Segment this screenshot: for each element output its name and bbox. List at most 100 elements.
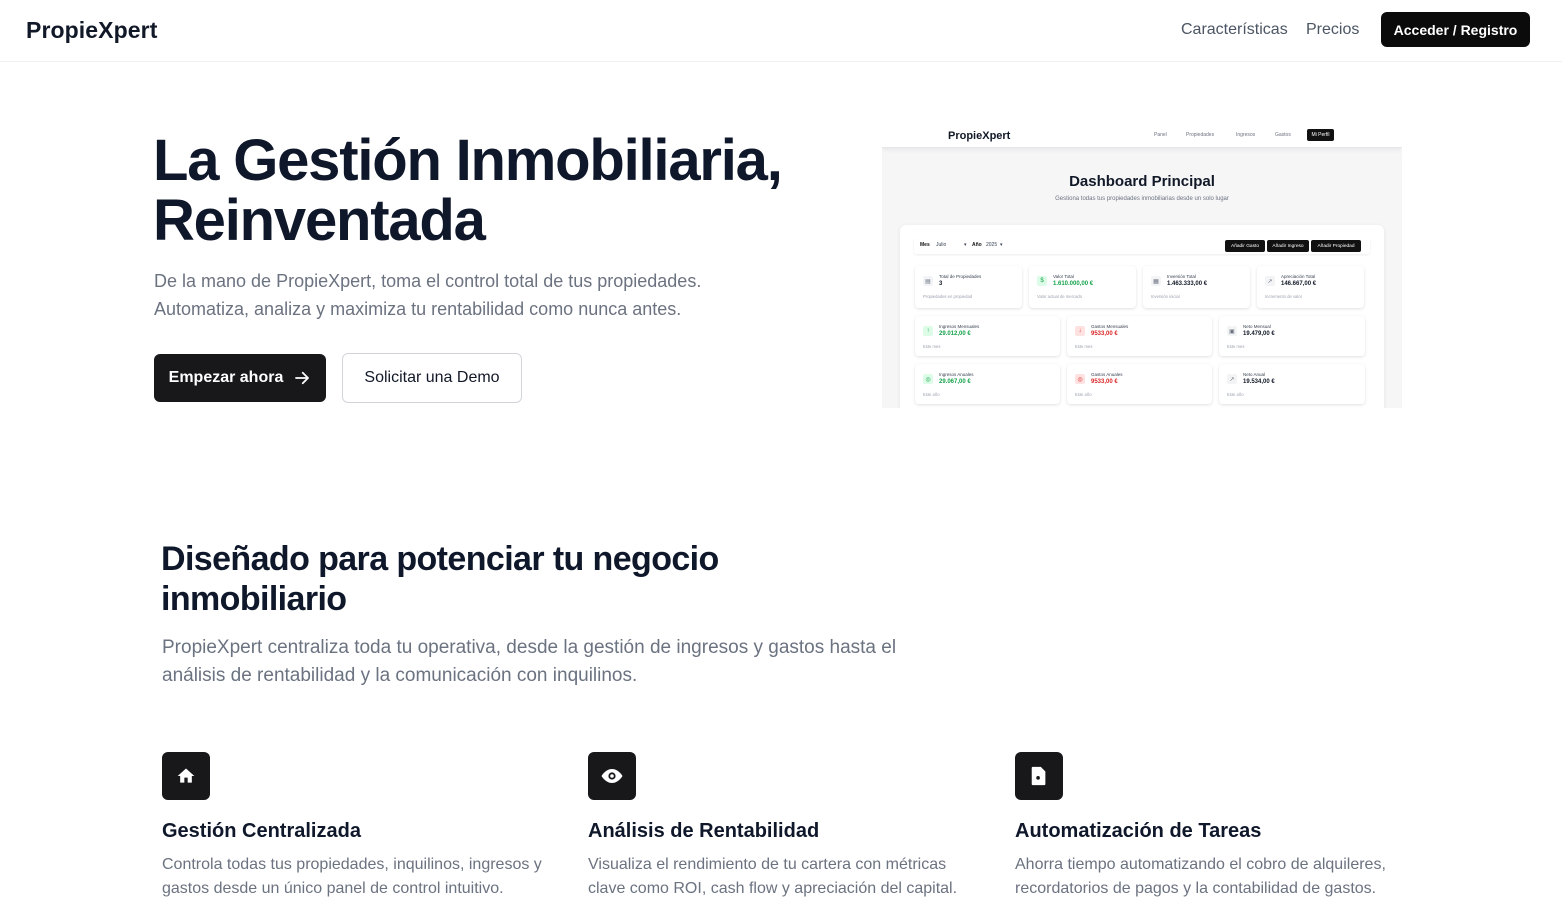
chevron-down-icon: ▾ bbox=[964, 242, 967, 248]
preview-link-gastos: Gastos bbox=[1275, 132, 1291, 138]
preview-link-panel: Panel bbox=[1154, 132, 1167, 138]
features-title: Diseñado para potenciar tu negocio inmob… bbox=[161, 539, 841, 619]
stat-title: Apreciación Total bbox=[1281, 274, 1316, 279]
feature-text-line1: Visualiza el rendimiento de tu cartera c… bbox=[588, 856, 947, 873]
stat-card: ▤ Total de Propiedades 3 Propiedades en … bbox=[915, 266, 1022, 308]
stat-subtitle: Propiedades en propiedad bbox=[923, 294, 973, 299]
stat-value: 19.534,00 € bbox=[1243, 379, 1275, 385]
arrow-right-icon bbox=[293, 369, 311, 387]
stat-title: Ingresos Anuales bbox=[939, 372, 974, 377]
preview-month-label: Mes bbox=[920, 242, 930, 248]
preview-add-property-button: Añadir Propiedad bbox=[1311, 240, 1361, 252]
preview-year-value: 2025 bbox=[986, 242, 998, 248]
hero-subtitle-line2: Automatiza, analiza y maximiza tu rentab… bbox=[154, 299, 682, 319]
feature-text-line2: recordatorios de pagos y la contabilidad… bbox=[1015, 880, 1377, 897]
nav-link-precios[interactable]: Precios bbox=[1306, 21, 1359, 39]
preview-heading: Dashboard Principal bbox=[1069, 173, 1215, 190]
preview-link-propiedades: Propiedades bbox=[1186, 132, 1215, 138]
features-title-line2: inmobiliario bbox=[161, 580, 347, 618]
stat-value: 146.667,00 € bbox=[1281, 281, 1317, 287]
hero-title-line2: Reinventada bbox=[153, 188, 486, 253]
building-icon: ▤ bbox=[923, 276, 933, 286]
preview-add-income-button: Añadir Ingreso bbox=[1267, 240, 1309, 252]
stat-card: ↗ Neto Anual 19.534,00 € Este año bbox=[1219, 364, 1365, 404]
request-demo-button[interactable]: Solicitar una Demo bbox=[342, 353, 522, 403]
start-now-button[interactable]: Empezar ahora bbox=[154, 354, 326, 402]
target-icon: ◎ bbox=[923, 374, 933, 384]
stat-value: 1.610.000,00 € bbox=[1053, 281, 1094, 287]
stat-value: 9533,00 € bbox=[1091, 331, 1118, 337]
stat-value: 9533,00 € bbox=[1091, 379, 1118, 385]
stat-title: Gastos Anuales bbox=[1091, 372, 1123, 377]
feature-card-automatizacion: Automatización de Tareas Ahorra tiempo a… bbox=[1015, 752, 1415, 899]
preview-panel: Mes Julio ▾ Año 2025 ▾ Añadir Gasto Añad… bbox=[900, 225, 1384, 408]
arrow-up-icon: ↑ bbox=[923, 326, 933, 336]
features-subtitle-line2: análisis de rentabilidad y la comunicaci… bbox=[162, 665, 638, 686]
stat-title: Inversión Total bbox=[1167, 274, 1196, 279]
preview-year-label: Año bbox=[972, 242, 982, 248]
stat-card: ↑ Ingresos Mensuales 29.012,00 € Este me… bbox=[915, 316, 1060, 356]
features-title-line1: Diseñado para potenciar tu negocio bbox=[161, 540, 719, 578]
trending-up-icon: ↗ bbox=[1227, 374, 1237, 384]
stat-card: ↓ Gastos Mensuales 9533,00 € Este mes bbox=[1067, 316, 1212, 356]
stat-value: 29.012,00 € bbox=[939, 331, 971, 337]
feature-title: Automatización de Tareas bbox=[1015, 820, 1262, 842]
stat-subtitle: Valor actual de mercado bbox=[1037, 294, 1083, 299]
target-icon: ◎ bbox=[1075, 374, 1085, 384]
preview-brand: PropieXpert bbox=[948, 130, 1011, 142]
login-register-button[interactable]: Acceder / Registro bbox=[1381, 12, 1530, 47]
hero-subtitle: De la mano de PropieXpert, toma el contr… bbox=[154, 267, 774, 323]
stat-value: 29.067,00 € bbox=[939, 379, 971, 385]
stat-card: ▣ Neto Mensual 19.479,00 € Este mes bbox=[1219, 316, 1365, 356]
feature-text-line2: gastos desde un único panel de control i… bbox=[162, 880, 504, 897]
stat-title: Gastos Mensuales bbox=[1091, 324, 1129, 329]
stat-subtitle: Este año bbox=[1227, 392, 1244, 397]
features-subtitle-line1: PropieXpert centraliza toda tu operativa… bbox=[162, 637, 897, 658]
preview-add-expense-button: Añadir Gasto bbox=[1225, 240, 1265, 252]
hero-title-line1: La Gestión Inmobiliaria, bbox=[153, 128, 783, 193]
home-icon bbox=[162, 752, 210, 800]
feature-text: Visualiza el rendimiento de tu cartera c… bbox=[588, 853, 983, 899]
stat-subtitle: Este año bbox=[1075, 392, 1092, 397]
feature-text: Ahorra tiempo automatizando el cobro de … bbox=[1015, 853, 1410, 899]
calculator-icon: ▦ bbox=[1151, 276, 1161, 286]
feature-card-analisis: Análisis de Rentabilidad Visualiza el re… bbox=[588, 752, 988, 899]
stat-value: 19.479,00 € bbox=[1243, 331, 1275, 337]
preview-month-value: Julio bbox=[936, 242, 947, 248]
brand-logo[interactable]: PropieXpert bbox=[26, 17, 157, 44]
stat-value: 1.463.333,00 € bbox=[1167, 281, 1208, 287]
stat-value: 3 bbox=[939, 281, 943, 287]
feature-title: Gestión Centralizada bbox=[162, 820, 361, 842]
stat-card: ▦ Inversión Total 1.463.333,00 € Inversi… bbox=[1143, 266, 1250, 308]
start-now-label: Empezar ahora bbox=[168, 369, 284, 386]
top-navbar: PropieXpert Características Precios Acce… bbox=[0, 0, 1562, 62]
nav-link-caracteristicas[interactable]: Características bbox=[1181, 21, 1288, 39]
dashboard-preview-image: PropieXpert Panel Propiedades Ingresos G… bbox=[882, 122, 1402, 408]
stat-card: ◎ Gastos Anuales 9533,00 € Este año bbox=[1067, 364, 1212, 404]
chevron-down-icon: ▾ bbox=[1000, 242, 1003, 248]
stat-subtitle: Este año bbox=[923, 392, 940, 397]
stat-title: Ingresos Mensuales bbox=[939, 324, 980, 329]
feature-text: Controla todas tus propiedades, inquilin… bbox=[162, 853, 557, 899]
hero-title: La Gestión Inmobiliaria, Reinventada bbox=[153, 131, 853, 251]
stat-title: Neto Mensual bbox=[1243, 324, 1271, 329]
feature-text-line2: clave como ROI, cash flow y apreciación … bbox=[588, 880, 958, 897]
stat-title: Total de Propiedades bbox=[939, 274, 982, 279]
stat-subtitle: Este mes bbox=[1075, 344, 1093, 349]
feature-text-line1: Controla todas tus propiedades, inquilin… bbox=[162, 856, 542, 873]
stat-card: $ Valor Total 1.610.000,00 € Valor actua… bbox=[1029, 266, 1136, 308]
stat-subtitle: Este mes bbox=[923, 344, 941, 349]
stat-subtitle: Este mes bbox=[1227, 344, 1245, 349]
arrow-down-icon: ↓ bbox=[1075, 326, 1085, 336]
feature-title: Análisis de Rentabilidad bbox=[588, 820, 820, 842]
file-icon bbox=[1015, 752, 1063, 800]
stat-title: Neto Anual bbox=[1243, 372, 1266, 377]
preview-link-ingresos: Ingresos bbox=[1236, 132, 1256, 138]
wallet-icon: ▣ bbox=[1227, 326, 1237, 336]
stat-card: ↗ Apreciación Total 146.667,00 € Increme… bbox=[1257, 266, 1364, 308]
dollar-icon: $ bbox=[1037, 276, 1047, 286]
preview-description: Gestiona todas tus propiedades inmobilia… bbox=[1055, 196, 1229, 202]
eye-icon bbox=[588, 752, 636, 800]
hero-subtitle-line1: De la mano de PropieXpert, toma el contr… bbox=[154, 271, 702, 291]
preview-filter-bar: Mes Julio ▾ Año 2025 ▾ Añadir Gasto Añad… bbox=[914, 237, 1370, 254]
